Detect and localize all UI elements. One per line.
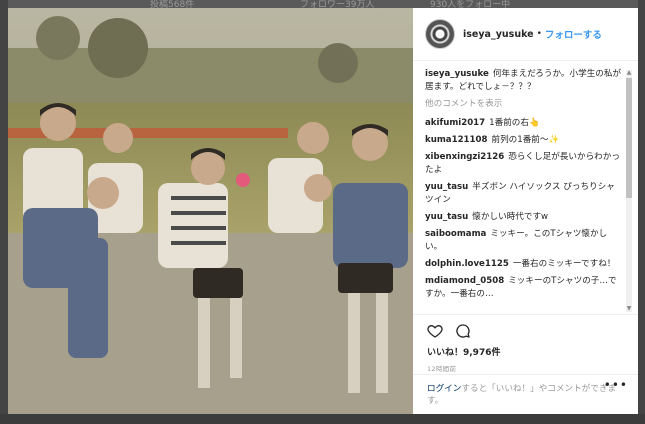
post-timestamp: 12時間前 bbox=[427, 365, 457, 373]
post-sidebar: iseya_yusuke • フォローする iseya_yusuke 何年まえだろ… bbox=[413, 8, 638, 414]
login-link[interactable]: ログイン bbox=[427, 384, 461, 394]
comment-username[interactable]: yuu_tasu bbox=[425, 212, 468, 222]
comment-item: akifumi2017 1番前の右👆 bbox=[425, 117, 623, 130]
comment-item: kuma121108 前列の1番前〜✨ bbox=[425, 134, 623, 147]
post-photo[interactable] bbox=[8, 8, 413, 414]
comment-username[interactable]: yuu_tasu bbox=[425, 182, 468, 192]
comments-list: iseya_yusuke 何年まえだろうか。小学生の私が居ます。どれでしょ－？？？… bbox=[425, 68, 623, 314]
post-modal: iseya_yusuke • フォローする iseya_yusuke 何年まえだろ… bbox=[8, 8, 638, 414]
scroll-up-arrow-icon[interactable]: ▲ bbox=[626, 70, 632, 76]
comment-username[interactable]: akifumi2017 bbox=[425, 118, 485, 128]
background-left bbox=[0, 0, 8, 424]
comment-text: 前列の1番前〜✨ bbox=[491, 135, 560, 145]
action-icons bbox=[413, 315, 638, 339]
background-bottom bbox=[0, 414, 645, 424]
likes-count[interactable]: いいね！9,976件 bbox=[427, 345, 638, 358]
caption-username[interactable]: iseya_yusuke bbox=[425, 69, 489, 79]
more-options-icon[interactable]: ••• bbox=[604, 379, 628, 391]
scroll-down-arrow-icon[interactable]: ▼ bbox=[626, 306, 632, 312]
comment-item: mdiamond_0508 ミッキーのTシャツの子…ですか。一番右の… bbox=[425, 275, 623, 301]
photo-illustration bbox=[8, 8, 413, 414]
comment-item: xibenxingzi2126 恐らくし足が長いからわかったよ bbox=[425, 151, 623, 177]
scroll-thumb[interactable] bbox=[626, 78, 632, 198]
post-header: iseya_yusuke • フォローする bbox=[413, 8, 638, 61]
background-right bbox=[638, 0, 645, 424]
comment-text: 懐かしい時代ですw bbox=[472, 212, 549, 222]
comment-username[interactable]: mdiamond_0508 bbox=[425, 276, 504, 286]
heart-icon[interactable] bbox=[427, 323, 443, 339]
comment-icon[interactable] bbox=[455, 323, 471, 339]
login-prompt: ログインすると「いいね！」やコメントができます。 ••• bbox=[413, 374, 638, 415]
comments-scrollbar[interactable]: ▲ ▼ bbox=[626, 70, 632, 312]
load-more-comments-button[interactable]: 他のコメントを表示 bbox=[425, 98, 623, 111]
comment-username[interactable]: kuma121108 bbox=[425, 135, 487, 145]
follow-button[interactable]: フォローする bbox=[545, 27, 602, 41]
caption: iseya_yusuke 何年まえだろうか。小学生の私が居ます。どれでしょ－？？？ bbox=[425, 68, 623, 94]
comment-username[interactable]: xibenxingzi2126 bbox=[425, 152, 504, 162]
comment-item: saiboomama ミッキー。このTシャツ懐かしい。 bbox=[425, 228, 623, 254]
avatar[interactable] bbox=[425, 19, 455, 49]
comment-username[interactable]: dolphin.love1125 bbox=[425, 259, 509, 269]
header-separator: • bbox=[536, 29, 542, 39]
comment-text: 一番右のミッキーですね！ bbox=[512, 259, 616, 269]
comment-item: yuu_tasu 懐かしい時代ですw bbox=[425, 211, 623, 224]
comment-username[interactable]: saiboomama bbox=[425, 229, 486, 239]
background-header: 投稿568件 フォロワー39万人 930人をフォロー中 bbox=[0, 0, 645, 10]
post-actions: いいね！9,976件 12時間前 bbox=[413, 314, 638, 373]
comment-item: yuu_tasu 半ズボン ハイソックス ぴっちりシャツイン bbox=[425, 181, 623, 207]
comment-text: 1番前の右👆 bbox=[489, 118, 540, 128]
comment-item: dolphin.love1125 一番右のミッキーですね！ bbox=[425, 258, 623, 271]
header-username[interactable]: iseya_yusuke bbox=[463, 29, 534, 40]
